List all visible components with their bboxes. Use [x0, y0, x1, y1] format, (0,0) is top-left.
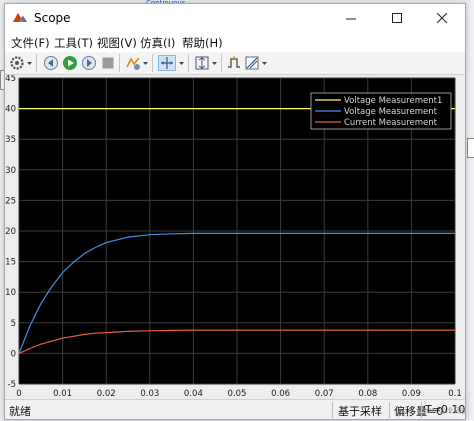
scope-window: Scope 文件(F) 工具(T) 视图(V) 仿真(I) 帮助(H) -5 0… [4, 3, 466, 420]
toolbar-separator [152, 54, 153, 72]
watermark: CSDN @冷风@20 [417, 407, 465, 415]
menu-help[interactable]: 帮助(H) [182, 35, 223, 51]
window-title: Scope [34, 11, 71, 25]
triggers-icon[interactable] [226, 55, 242, 71]
x-tick-label: 0.08 [358, 389, 377, 399]
status-ready: 就绪 [9, 405, 31, 418]
chevron-down-icon[interactable] [26, 55, 33, 71]
chevron-down-icon[interactable] [261, 55, 268, 71]
y-tick-label: 35 [5, 135, 16, 145]
minimize-button[interactable] [328, 4, 374, 32]
y-tick-label: 10 [5, 288, 16, 298]
run-icon[interactable] [62, 55, 78, 71]
menu-simulation[interactable]: 仿真(I) [140, 35, 175, 51]
menu-tools[interactable]: 工具(T) [54, 35, 93, 51]
chevron-down-icon[interactable] [178, 55, 185, 71]
matlab-scope-icon [13, 13, 27, 22]
toolbar-separator [36, 54, 37, 72]
y-tick-label: 0 [11, 349, 16, 359]
zoom-pan-icon [161, 57, 173, 69]
legend-label-1: Voltage Measurement [344, 107, 438, 117]
y-tick-label: 15 [5, 258, 16, 268]
status-divider [389, 402, 390, 418]
close-icon [436, 12, 447, 23]
x-tick-label: 0.1 [448, 389, 462, 399]
menu-bar: 文件(F) 工具(T) 视图(V) 仿真(I) 帮助(H) [5, 32, 465, 52]
menu-file[interactable]: 文件(F) [11, 35, 50, 51]
step-forward-icon[interactable] [81, 55, 97, 71]
legend[interactable]: Voltage Measurement1Voltage MeasurementC… [310, 92, 452, 130]
y-tick-label: 45 [5, 75, 16, 84]
toolbar-separator [221, 54, 222, 72]
y-tick-label: -5 [8, 380, 16, 390]
x-tick-label: 0.06 [271, 389, 290, 399]
title-bar[interactable]: Scope [5, 4, 465, 32]
stop-icon[interactable] [100, 55, 116, 71]
maximize-button[interactable] [374, 4, 420, 32]
autoscale-icon[interactable] [194, 55, 210, 71]
step-back-icon[interactable] [43, 55, 59, 71]
status-bar: 就绪 基于采样 偏移量=0 T=0.100 CSDN @冷风@20 [5, 399, 465, 419]
minimize-icon [345, 18, 356, 19]
x-tick-label: 0.05 [228, 389, 247, 399]
settings-icon[interactable] [9, 55, 25, 71]
right-resize-handle[interactable] [467, 138, 474, 158]
toolbar-separator [119, 54, 120, 72]
close-button[interactable] [419, 4, 465, 32]
x-tick-label: 0.07 [315, 389, 334, 399]
x-tick-label: 0.03 [140, 389, 159, 399]
y-tick-label: 40 [5, 105, 16, 115]
menu-view[interactable]: 视图(V) [97, 35, 137, 51]
y-tick-label: 20 [5, 227, 16, 237]
status-sample-mode: 基于采样 [338, 405, 382, 418]
y-tick-label: 25 [5, 196, 16, 206]
scope-plot[interactable]: -5051015202530354045 0 0.01 0.02 0.03 0.04 0.… [5, 74, 465, 399]
toolbar-separator [188, 54, 189, 72]
x-tick-label: 0.04 [184, 389, 203, 399]
legend-label-2: Current Measurement [344, 118, 438, 128]
x-tick-label: 0.02 [97, 389, 116, 399]
zoom-pan-button[interactable] [158, 55, 176, 71]
y-tick-label: 5 [11, 319, 16, 329]
cursor-measure-icon[interactable] [244, 55, 260, 71]
plot-panel: -5 0 5 10 15 20 25 30 35 40 45 0 0.01 0.02 0.03 0.04 0.… [5, 74, 465, 399]
x-tick-label: 0.01 [53, 389, 72, 399]
maximize-icon [391, 12, 402, 23]
chevron-down-icon[interactable] [142, 55, 149, 71]
x-tick-label: 0 [16, 389, 21, 399]
highlight-signal-icon[interactable] [125, 55, 141, 71]
chevron-down-icon[interactable] [211, 55, 218, 71]
legend-label-0: Voltage Measurement1 [344, 96, 442, 106]
x-tick-label: 0.09 [402, 389, 421, 399]
status-divider [332, 402, 333, 418]
toolbar [5, 52, 465, 75]
y-tick-label: 30 [5, 166, 16, 176]
